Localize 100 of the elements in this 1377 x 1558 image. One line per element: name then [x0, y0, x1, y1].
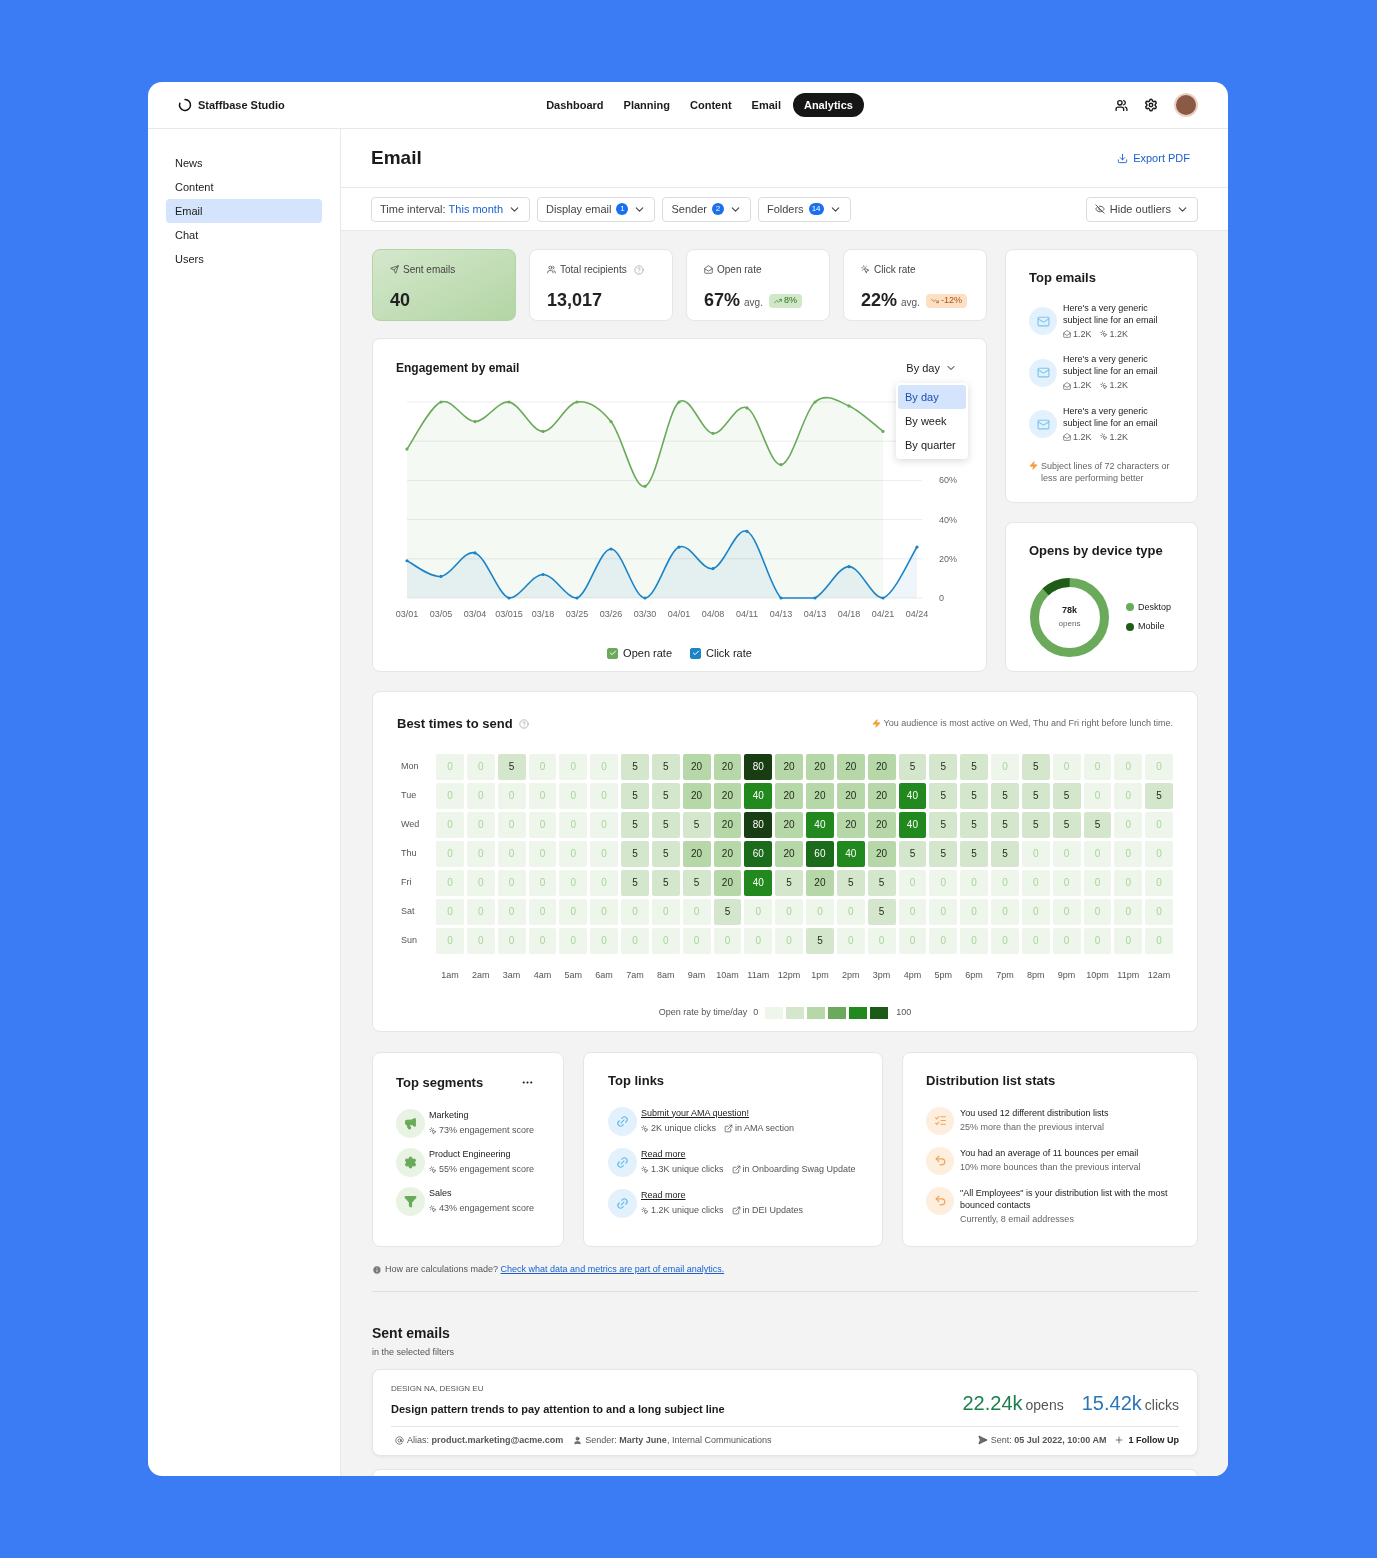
link-location: in AMA section — [735, 1122, 795, 1135]
heatmap-cell: 0 — [960, 927, 988, 954]
export-button[interactable]: Export PDF — [1117, 149, 1190, 167]
heatmap-cell: 0 — [929, 898, 958, 925]
footnote-text: How are calculations made? Check what data and metrics are part of email analytics. — [385, 1263, 725, 1276]
heatmap-cell: 5 — [651, 753, 680, 780]
email-subject[interactable]: Here's a very generic subject line for an email — [1063, 353, 1174, 377]
axis-label: 04/24 — [905, 609, 929, 619]
heatmap-cell: 0 — [590, 811, 618, 838]
nav-tab[interactable]: Content — [682, 93, 740, 117]
kpi-label: Total recipients — [560, 263, 627, 277]
click-count: 1.2K unique clicks — [651, 1204, 724, 1217]
hour-label: 1pm — [810, 968, 830, 982]
nav-tab[interactable]: Planning — [615, 93, 679, 117]
heatmap-cell: 0 — [1083, 840, 1112, 867]
filter-dropdown[interactable]: Time interval: This month — [371, 196, 531, 222]
mail-icon — [1029, 410, 1057, 439]
link[interactable]: Read more — [641, 1147, 856, 1161]
sidebar-item[interactable]: News — [166, 151, 322, 175]
clicks-count: 1.2K — [1109, 327, 1129, 341]
heatmap-cell: 0 — [836, 898, 865, 925]
link[interactable]: Submit your AMA question! — [641, 1106, 795, 1120]
filter-dropdown[interactable]: Display email 1 — [537, 196, 656, 222]
heatmap-cell: 0 — [775, 898, 803, 925]
heatmap-cell: 20 — [775, 753, 803, 780]
filter-dropdown[interactable]: Folders 14 — [757, 196, 851, 222]
stat-icon — [926, 1106, 954, 1135]
heatmap-cell: 0 — [528, 840, 557, 867]
link-icon — [608, 1106, 637, 1136]
kpi-icon — [390, 265, 399, 274]
sidebar-item[interactable]: Content — [166, 175, 322, 199]
menu-item[interactable]: By day — [898, 385, 966, 409]
avatar[interactable] — [1174, 93, 1198, 117]
sidebar-item[interactable]: Users — [166, 247, 322, 271]
day-label: Sat — [400, 904, 416, 918]
heatmap-cell: 5 — [621, 753, 649, 780]
nav-tab[interactable]: Email — [743, 93, 789, 117]
heatmap-cell: 0 — [1052, 753, 1081, 780]
heatmap-cell: 0 — [590, 840, 618, 867]
legend-checkbox[interactable] — [607, 647, 619, 659]
heatmap-cell: 5 — [651, 840, 680, 867]
hour-label: 9pm — [1056, 968, 1077, 982]
email-subject: Design pattern trends to pay attention to and a long subject line — [391, 1402, 725, 1417]
tip-text: Subject lines of 72 characters or less are performing better — [1041, 460, 1171, 484]
kpi-label: Sent emails — [403, 263, 456, 277]
heatmap-cell: 20 — [806, 869, 834, 896]
heatmap-cell: 5 — [1145, 782, 1173, 809]
heatmap-cell: 0 — [1021, 869, 1050, 896]
card-title: Top emails — [1029, 269, 1097, 287]
clicks-label: clicks — [1144, 1395, 1179, 1415]
heatmap-cell: 80 — [744, 753, 773, 780]
heatmap-cell: 5 — [836, 869, 865, 896]
app-name: Staffbase Studio — [198, 97, 285, 113]
nav-tab[interactable]: Dashboard — [538, 93, 612, 117]
heatmap-cell: 60 — [806, 840, 834, 867]
legend-checkbox[interactable] — [690, 647, 702, 659]
heatmap-cell: 5 — [621, 811, 649, 838]
email-card[interactable] — [372, 1369, 1198, 1456]
heatmap-cell: 5 — [713, 898, 742, 925]
interval-dropdown[interactable]: By day — [906, 359, 957, 377]
hide-outliers-button[interactable]: Hide outliers — [1085, 196, 1198, 222]
link[interactable]: Check what data and metrics are part of email analytics. — [500, 1264, 725, 1274]
heatmap-cell: 0 — [929, 869, 958, 896]
sidebar-item[interactable]: Email — [166, 199, 322, 223]
heatmap-cell: 0 — [991, 927, 1019, 954]
filter-dropdown[interactable]: Sender 2 — [662, 196, 751, 222]
logo-icon — [178, 98, 192, 112]
heatmap-cell: 20 — [867, 811, 896, 838]
clicks-count: 1.2K — [1109, 430, 1129, 444]
heatmap-cell: 40 — [806, 811, 834, 838]
link-icon — [608, 1188, 637, 1218]
menu-item[interactable]: By week — [898, 409, 966, 433]
kpi-icon — [704, 265, 713, 274]
nav-tab[interactable]: Analytics — [792, 93, 864, 117]
info-icon — [372, 1264, 382, 1275]
heatmap-cell: 5 — [651, 811, 680, 838]
heatmap-cell: 5 — [621, 869, 649, 896]
heatmap-cell: 0 — [590, 782, 618, 809]
heatmap-cell: 20 — [867, 840, 896, 867]
opens-icon — [1063, 381, 1071, 390]
heatmap-cell: 5 — [960, 753, 988, 780]
heatmap-cell: 20 — [775, 811, 803, 838]
email-subject[interactable]: Here's a very generic subject line for an email — [1063, 404, 1174, 429]
heatmap-cell: 0 — [436, 811, 464, 838]
link[interactable]: Read more — [641, 1188, 804, 1202]
menu-item[interactable]: By quarter — [898, 433, 966, 457]
heatmap-cell: 0 — [466, 811, 495, 838]
axis-label: 03/01 — [396, 609, 419, 619]
count-badge: 2 — [711, 203, 724, 215]
hour-label: 5am — [563, 968, 583, 982]
segment-icon — [396, 1147, 425, 1177]
legend-label: Open rate by time/day — [658, 1006, 748, 1019]
users-icon[interactable] — [1115, 98, 1128, 112]
email-subject[interactable]: Here's a very generic subject line for an email — [1063, 301, 1174, 326]
legend-min: 0 — [753, 1006, 759, 1019]
settings-icon[interactable] — [1144, 98, 1158, 112]
sidebar-item[interactable]: Chat — [166, 223, 322, 247]
heatmap-cell: 0 — [466, 753, 495, 780]
hour-label: 2am — [471, 968, 491, 982]
external-link-icon — [724, 1124, 734, 1134]
